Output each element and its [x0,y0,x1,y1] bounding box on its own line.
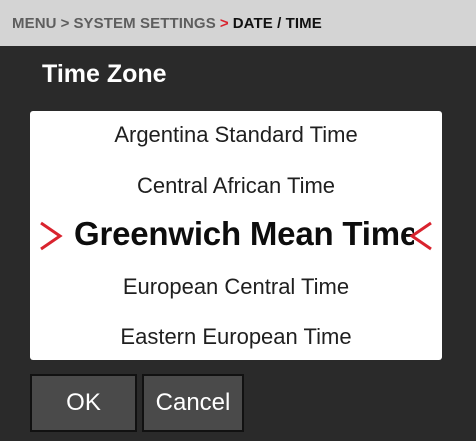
picker-option[interactable]: Eastern European Time [30,324,442,350]
picker-option[interactable]: European Central Time [30,274,442,300]
picker-selected-option[interactable]: Greenwich Mean Time [30,212,442,260]
chevron-left-icon [409,221,432,251]
selected-time-zone: Greenwich Mean Time [74,215,414,252]
picker-option[interactable]: Central African Time [30,173,442,199]
time-zone-screen: MENU > SYSTEM SETTINGS > DATE / TIME Tim… [0,0,476,441]
cancel-button[interactable]: Cancel [142,374,244,432]
breadcrumb-separator-accent: > [219,14,229,32]
picker-option[interactable]: Argentina Standard Time [30,122,442,148]
page-title: Time Zone [42,60,167,88]
breadcrumb-item-menu[interactable]: MENU [12,15,57,32]
time-zone-picker[interactable]: Argentina Standard Time Central African … [30,111,442,360]
ok-button[interactable]: OK [30,374,137,432]
breadcrumb-item-date-time: DATE / TIME [232,14,322,32]
chevron-right-icon [40,221,63,251]
breadcrumb-item-system-settings[interactable]: SYSTEM SETTINGS [73,15,215,32]
breadcrumb: MENU > SYSTEM SETTINGS > DATE / TIME [0,0,476,46]
breadcrumb-separator: > [60,14,70,32]
